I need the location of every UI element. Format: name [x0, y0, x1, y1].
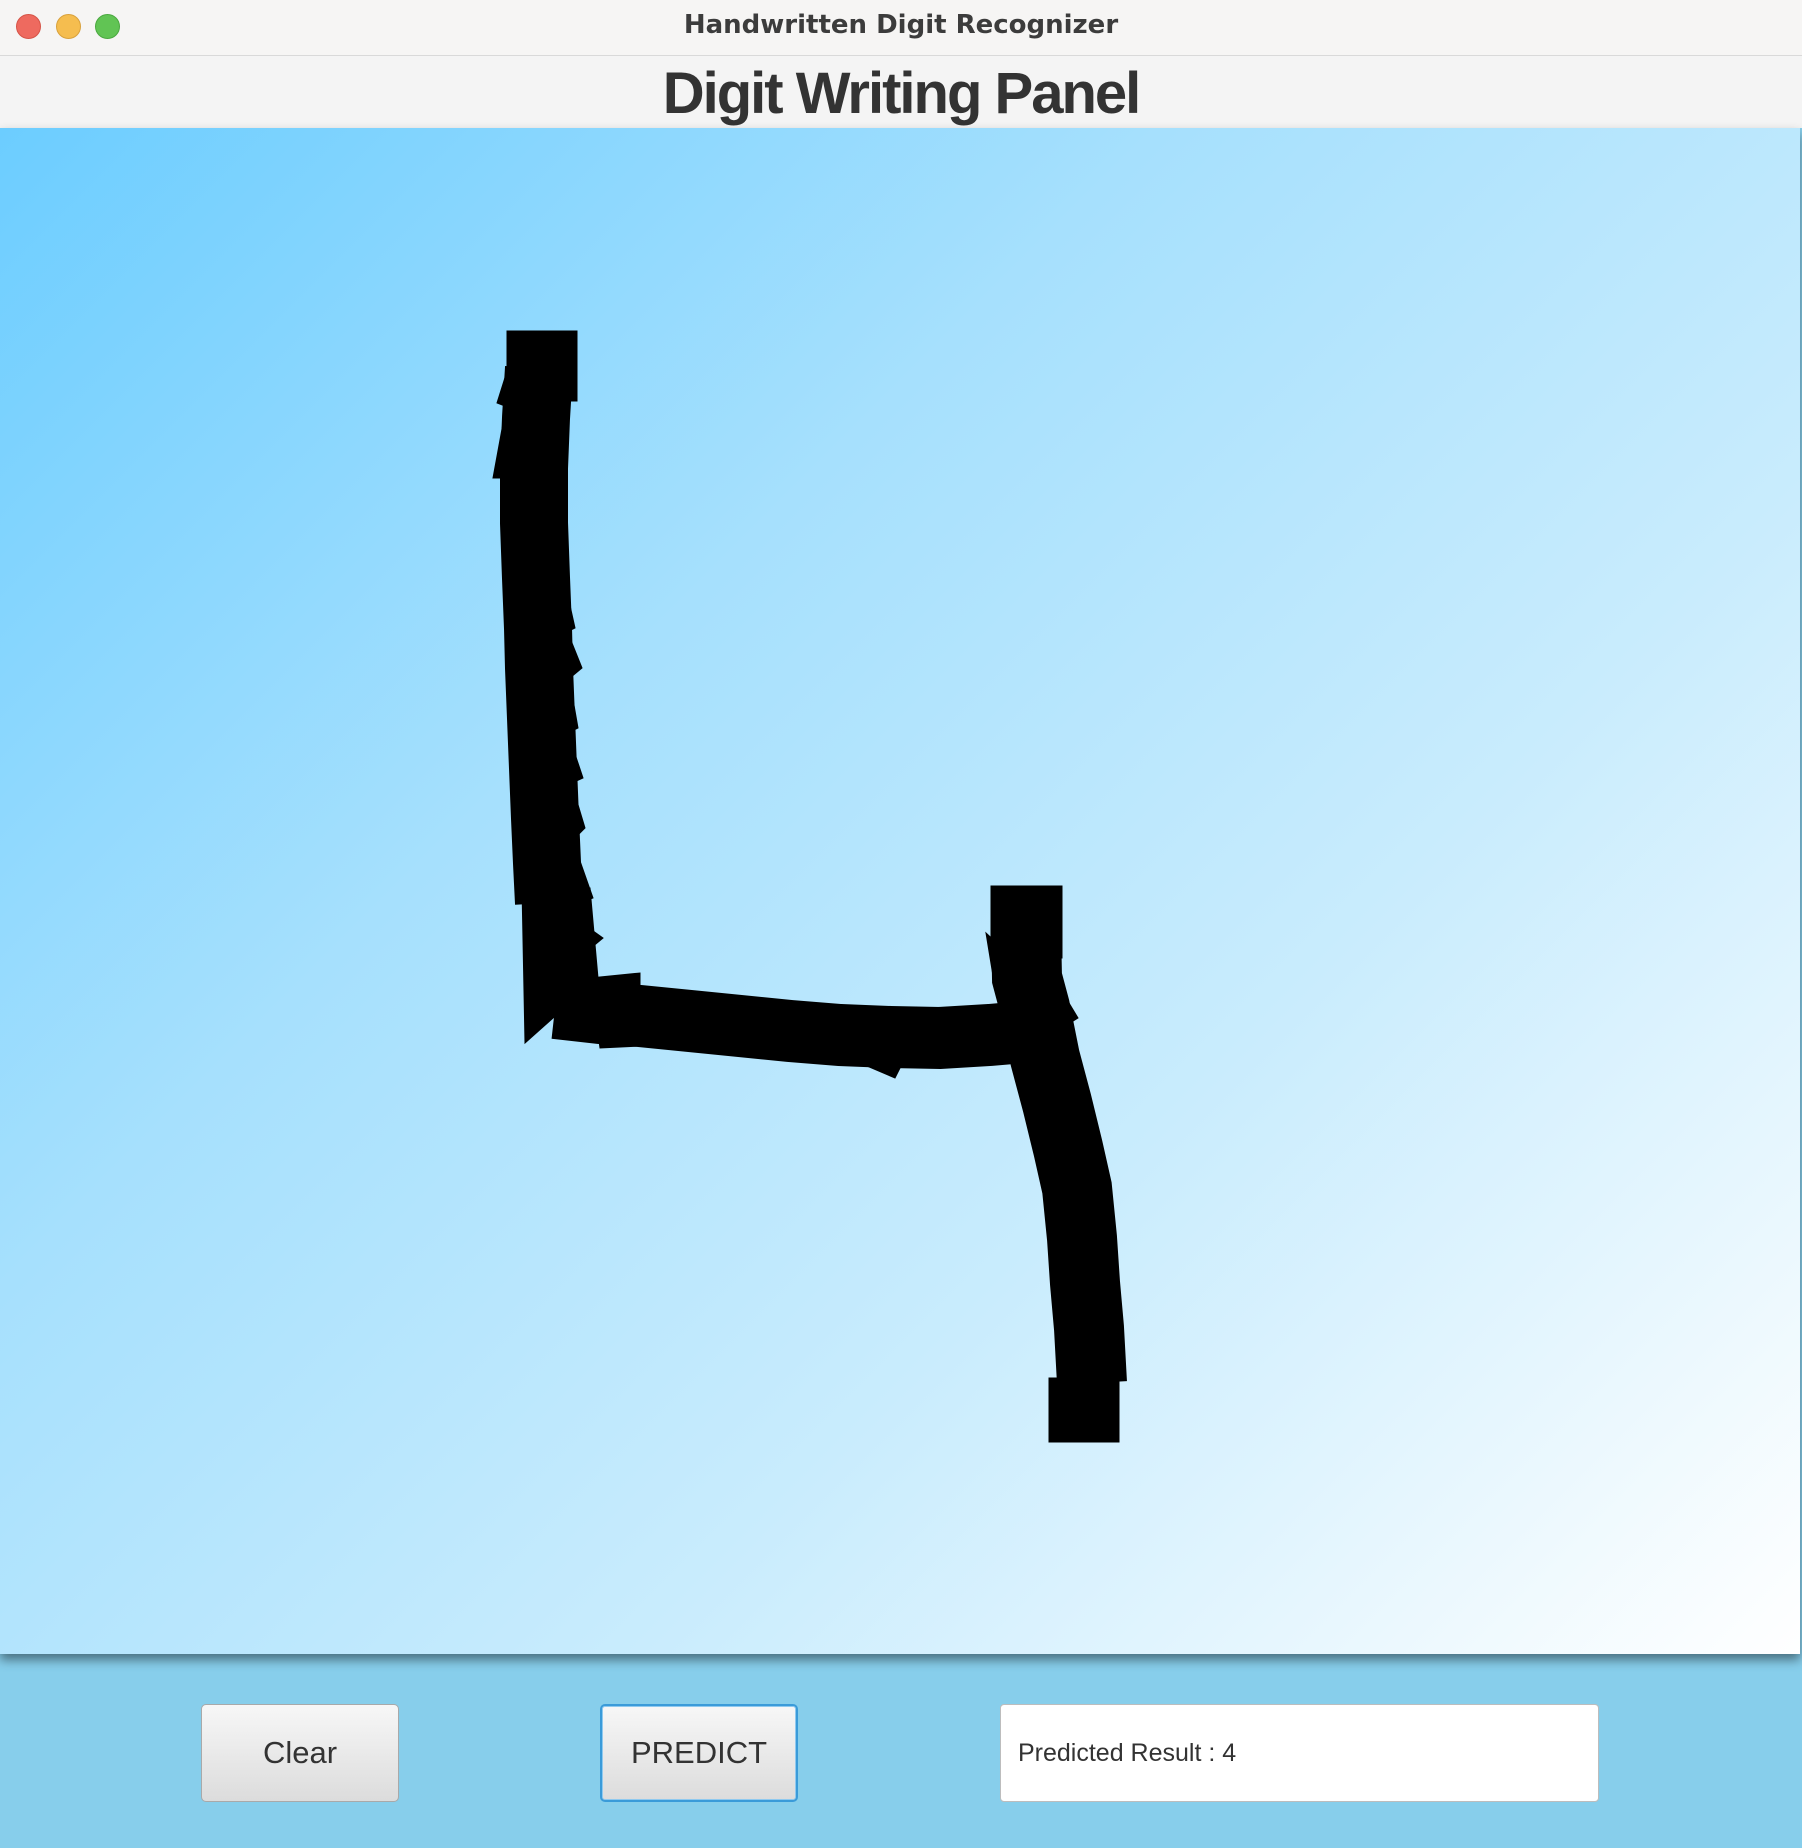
stroke-segment: [1059, 987, 1079, 1029]
stroke-segment: [496, 367, 511, 409]
stroke-segment: [500, 365, 583, 905]
app-window: Handwritten Digit Recognizer Digit Writi…: [0, 0, 1802, 1848]
heading-band: Digit Writing Panel: [0, 56, 1802, 128]
drawing-canvas[interactable]: [0, 128, 1800, 1654]
stroke-segment: [1048, 1377, 1120, 1443]
stroke-segment: [991, 927, 1127, 1385]
predict-button[interactable]: PREDICT: [600, 1704, 798, 1802]
digit-drawing: [492, 330, 1127, 1443]
digit-stroke: [492, 330, 1127, 1443]
stroke-segment: [567, 632, 583, 680]
stroke-segment: [574, 797, 586, 840]
predicted-result-text: Predicted Result : 4: [1018, 1738, 1237, 1767]
panel-heading: Digit Writing Panel: [662, 61, 1142, 126]
predicted-result-field: Predicted Result : 4: [1000, 1704, 1599, 1802]
title-bar: Handwritten Digit Recognizer: [0, 0, 1802, 56]
window-title: Handwritten Digit Recognizer: [683, 10, 1119, 40]
clear-button[interactable]: Clear: [201, 1704, 399, 1802]
stroke-segment: [571, 747, 584, 784]
